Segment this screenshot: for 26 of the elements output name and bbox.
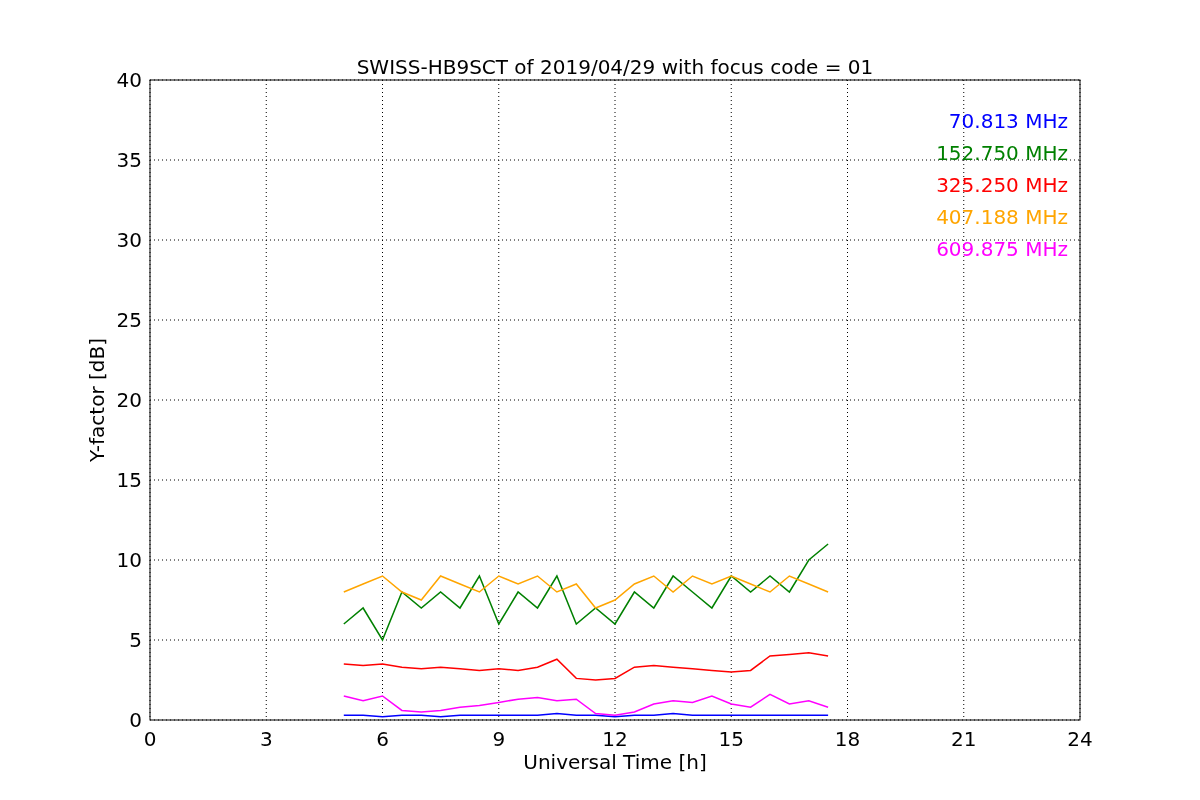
tick-label: 10 <box>116 548 142 572</box>
x-axis-label: Universal Time [h] <box>523 750 707 774</box>
chart-title: SWISS-HB9SCT of 2019/04/29 with focus code = 01 <box>356 55 874 79</box>
tick-label: 3 <box>259 727 273 751</box>
tick-label: 21 <box>951 727 977 751</box>
tick-label: 6 <box>376 727 389 751</box>
tick-label: 0 <box>143 727 157 751</box>
tick-label: 15 <box>116 468 142 492</box>
tick-label: 25 <box>116 308 142 332</box>
tick-label: 12 <box>602 727 628 751</box>
legend-label: 609.875 MHz <box>936 237 1068 261</box>
tick-label: 0 <box>129 708 142 732</box>
tick-label: 35 <box>116 148 142 172</box>
tick-label: 5 <box>129 628 142 652</box>
legend-label: 407.188 MHz <box>936 205 1068 229</box>
legend-label: 70.813 MHz <box>948 109 1068 133</box>
tick-label: 18 <box>834 727 861 751</box>
tick-label: 30 <box>116 228 142 252</box>
tick-label: 20 <box>116 388 142 412</box>
tick-label: 15 <box>718 727 744 751</box>
tick-label: 40 <box>116 68 142 92</box>
legend-label: 152.750 MHz <box>936 141 1068 165</box>
legend-label: 325.250 MHz <box>936 173 1068 197</box>
y-axis-label: Y-factor [dB] <box>85 338 109 462</box>
tick-label: 24 <box>1067 727 1093 751</box>
tick-label: 9 <box>492 727 506 751</box>
